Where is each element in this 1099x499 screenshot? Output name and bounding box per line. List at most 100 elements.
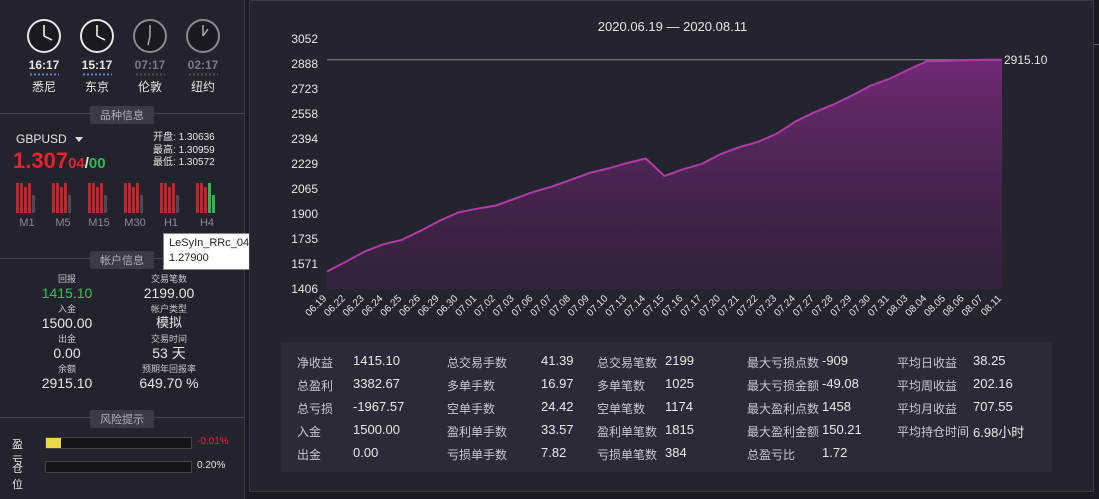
clock-dots xyxy=(135,73,165,76)
strength-bars xyxy=(16,181,38,213)
stat-value: 202.16 xyxy=(973,376,1013,391)
timeframe-h1: H1 xyxy=(160,181,182,229)
x-tick-label: 08.11 xyxy=(979,293,1004,318)
dropdown-arrow-icon[interactable] xyxy=(74,137,83,143)
strength-bars xyxy=(196,181,218,213)
section-title: 风险提示 xyxy=(90,410,154,428)
timeframe-m5: M5 xyxy=(52,181,74,229)
stat-value: 1415.10 xyxy=(353,353,400,368)
stat-label: 总盈利 xyxy=(297,379,334,393)
timeframe-label: M30 xyxy=(124,217,146,229)
y-tick-label: 2723 xyxy=(291,82,318,96)
stat-value: 1025 xyxy=(665,376,694,391)
strength-bar xyxy=(168,187,171,213)
strength-bar xyxy=(136,183,139,213)
strength-bar xyxy=(96,187,99,213)
y-tick-label: 2065 xyxy=(291,182,318,196)
stat-value: 1.72 xyxy=(822,445,848,460)
risk-label: 仓位 xyxy=(12,463,31,491)
strength-bar xyxy=(176,195,179,213)
stat-value: 24.42 xyxy=(541,399,574,414)
timeframe-h4: H4 xyxy=(196,181,218,229)
price-main: 1.307 xyxy=(13,148,69,173)
strength-bar xyxy=(56,183,59,213)
equity-chart[interactable]: 1406 1571 1735 1900 2065 2229 2394 2558 2723 2888… xyxy=(250,1,1095,341)
stat-label: 最大亏损金额 xyxy=(747,379,820,393)
high-label: 最高: xyxy=(153,144,176,156)
timeframe-label: M5 xyxy=(55,217,71,229)
strength-bar xyxy=(196,183,199,213)
account-label: 入金 xyxy=(57,304,76,314)
stat-label: 平均月收益 xyxy=(897,402,958,416)
stat-label: 总交易手数 xyxy=(447,356,508,370)
strength-bar xyxy=(64,183,67,213)
account-label: 交易笔数 xyxy=(150,274,187,284)
account-trade-count: 交易笔数 2199.00 xyxy=(114,272,224,301)
clock-tokyo: 15:17 东京 xyxy=(75,18,119,95)
stat-value: 2199 xyxy=(665,353,694,368)
strength-bar xyxy=(104,195,107,213)
stat-value: 707.55 xyxy=(973,399,1013,414)
clock-time: 15:17 xyxy=(81,58,113,72)
stat-label: 盈利单笔数 xyxy=(597,425,658,439)
y-tick-label: 1571 xyxy=(291,257,318,271)
clock-newyork: 02:17 纽约 xyxy=(181,18,225,95)
equity-area xyxy=(327,59,1002,289)
price-frac-bid: 04 xyxy=(68,155,85,172)
strength-bar xyxy=(208,183,211,213)
strength-bar xyxy=(20,183,23,213)
stat-value: 1458 xyxy=(822,399,851,414)
strength-bar xyxy=(28,183,31,213)
stat-value: 33.57 xyxy=(541,422,574,437)
stat-value: -49.08 xyxy=(822,376,859,391)
stat-label: 净收益 xyxy=(297,356,334,370)
stat-value: 384 xyxy=(665,445,687,460)
clock-dots xyxy=(82,73,112,76)
symbol-selector[interactable]: GBPUSD xyxy=(16,132,83,146)
timeframe-m15: M15 xyxy=(88,181,110,229)
stat-label: 亏损单笔数 xyxy=(597,448,658,462)
tooltip-line2: 1.27900 xyxy=(169,252,209,264)
stat-label: 最大亏损点数 xyxy=(747,356,820,370)
account-value: 模拟 xyxy=(155,315,182,330)
price-frac-ask: 00 xyxy=(88,155,106,172)
strength-bars xyxy=(124,181,146,213)
strength-bars xyxy=(160,181,182,213)
stats-panel: 净收益 1415.10 总盈利 3382.67 总亏损 -1967.57 入金 1500.00… xyxy=(281,342,1052,472)
strength-bar xyxy=(60,187,63,213)
timeframe-strength-bars: M1 M5 M15 M30 H1 H4 xyxy=(16,181,226,231)
open-value: 1.30636 xyxy=(178,132,215,143)
strength-bar xyxy=(92,183,95,213)
account-value: 1500.00 xyxy=(41,315,93,331)
stat-label: 平均持仓时间 xyxy=(897,425,970,439)
x-tick-label: 08.07 xyxy=(960,293,986,319)
account-value: 53 天 xyxy=(152,345,186,361)
stat-value: 0.00 xyxy=(353,445,379,460)
account-withdraw: 出金 0.00 xyxy=(12,332,122,361)
stat-label: 平均日收益 xyxy=(897,356,958,370)
strength-bar xyxy=(68,195,71,213)
strength-bar xyxy=(164,183,167,213)
clock-city: 纽约 xyxy=(190,80,215,94)
stat-value: 41.39 xyxy=(541,353,574,368)
section-symbol-info: 品种信息 xyxy=(0,106,244,127)
account-trade-time: 交易时间 53 天 xyxy=(114,332,224,361)
risk-track xyxy=(45,437,192,449)
stat-label: 多单手数 xyxy=(447,379,496,393)
account-label: 出金 xyxy=(57,334,76,344)
timeframe-label: M15 xyxy=(88,217,110,229)
timeframe-label: H4 xyxy=(199,217,215,229)
clock-london: 07:17 伦敦 xyxy=(128,18,172,95)
account-value: 0.00 xyxy=(53,345,81,361)
timeframe-label: M1 xyxy=(19,217,35,229)
strength-bar xyxy=(160,183,163,213)
timeframe-m30: M30 xyxy=(124,181,146,229)
account-label: 帐户类型 xyxy=(150,304,187,314)
stat-label: 出金 xyxy=(297,448,322,462)
y-tick-label: 2888 xyxy=(291,57,318,71)
risk-value: 0.20% xyxy=(197,460,226,471)
y-tick-label: 1735 xyxy=(291,232,318,246)
clock-city: 东京 xyxy=(84,80,109,94)
strength-bar xyxy=(100,183,103,213)
current-price: 1.30704/00 xyxy=(13,148,106,174)
